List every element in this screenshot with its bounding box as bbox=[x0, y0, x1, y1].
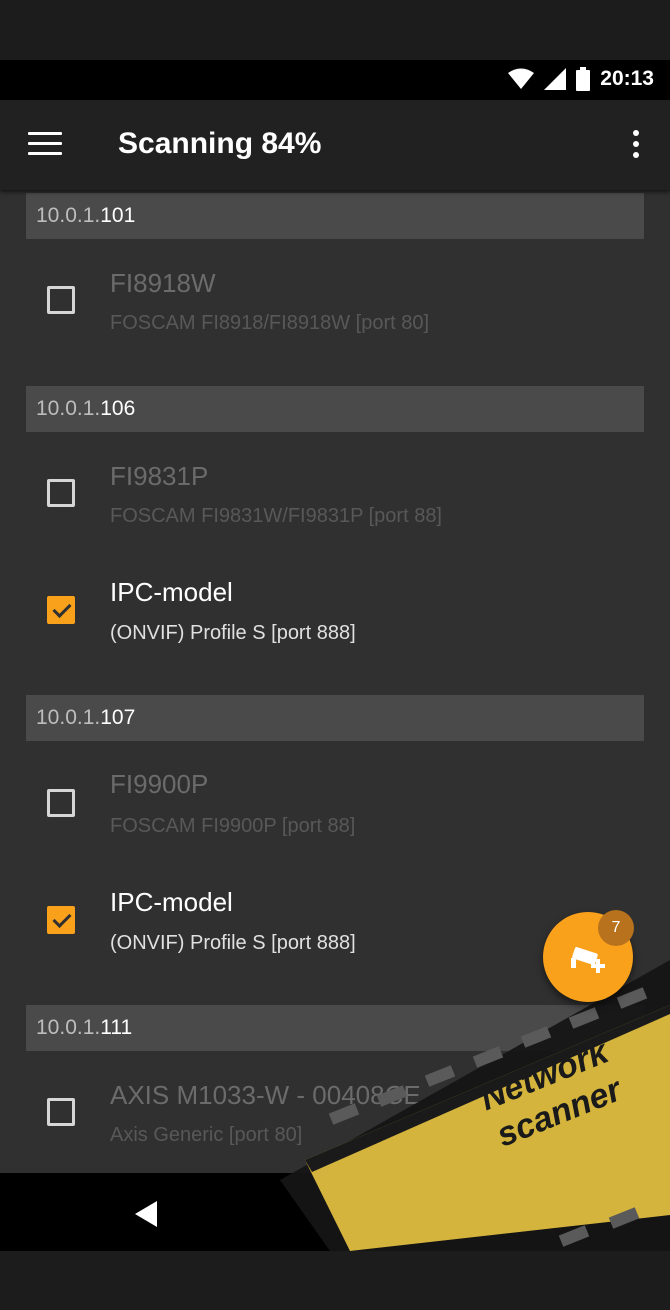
cell-signal-icon bbox=[544, 68, 567, 90]
navigation-bar bbox=[0, 1173, 670, 1251]
device-detail: FOSCAM FI9900P [port 88] bbox=[110, 815, 356, 837]
device-row[interactable]: FI9900P FOSCAM FI9900P [port 88] bbox=[0, 753, 670, 853]
bottom-band bbox=[0, 1251, 670, 1310]
device-row[interactable]: FI8918W FOSCAM FI8918/FI8918W [port 80] bbox=[0, 250, 670, 350]
ip-header: 10.0.1.111 bbox=[26, 1005, 644, 1051]
top-band bbox=[0, 0, 670, 60]
device-detail: FOSCAM FI9831W/FI9831P [port 88] bbox=[110, 505, 442, 527]
ip-header: 10.0.1.101 bbox=[26, 193, 644, 239]
clock: 20:13 bbox=[600, 67, 654, 90]
app-bar: Scanning 84% bbox=[0, 100, 670, 190]
device-name: IPC-model bbox=[110, 887, 233, 917]
device-name: FI9900P bbox=[110, 769, 209, 799]
device-name: FI8918W bbox=[110, 268, 216, 298]
device-detail: (ONVIF) Profile S [port 888] bbox=[110, 932, 356, 954]
more-options-icon[interactable] bbox=[626, 130, 646, 164]
device-detail: (ONVIF) Profile S [port 888] bbox=[110, 622, 356, 644]
checkbox[interactable] bbox=[47, 1098, 75, 1126]
back-icon[interactable] bbox=[135, 1201, 157, 1227]
device-list[interactable]: 10.0.1.101 FI8918W FOSCAM FI8918/FI8918W… bbox=[0, 190, 670, 1173]
ip-header: 10.0.1.107 bbox=[26, 695, 644, 741]
battery-icon bbox=[576, 67, 591, 91]
device-name: IPC-model bbox=[110, 577, 233, 607]
ip-header: 10.0.1.106 bbox=[26, 386, 644, 432]
device-row[interactable]: IPC-model (ONVIF) Profile S [port 888] bbox=[0, 561, 670, 661]
device-detail: FOSCAM FI8918/FI8918W [port 80] bbox=[110, 312, 430, 334]
wifi-icon bbox=[508, 68, 535, 89]
fab-badge: 7 bbox=[598, 910, 634, 946]
checkbox-checked[interactable] bbox=[47, 906, 75, 934]
menu-icon[interactable] bbox=[28, 132, 62, 158]
device-name: FI9831P bbox=[110, 461, 209, 491]
page-title: Scanning 84% bbox=[118, 127, 322, 160]
device-row[interactable]: FI9831P FOSCAM FI9831W/FI9831P [port 88] bbox=[0, 443, 670, 543]
status-bar: 20:13 bbox=[0, 60, 670, 100]
checkbox[interactable] bbox=[47, 479, 75, 507]
device-name: AXIS M1033-W - 00408CE bbox=[110, 1080, 421, 1110]
device-detail: Axis Generic [port 80] bbox=[110, 1124, 303, 1146]
checkbox[interactable] bbox=[47, 789, 75, 817]
checkbox[interactable] bbox=[47, 286, 75, 314]
checkbox-checked[interactable] bbox=[47, 596, 75, 624]
